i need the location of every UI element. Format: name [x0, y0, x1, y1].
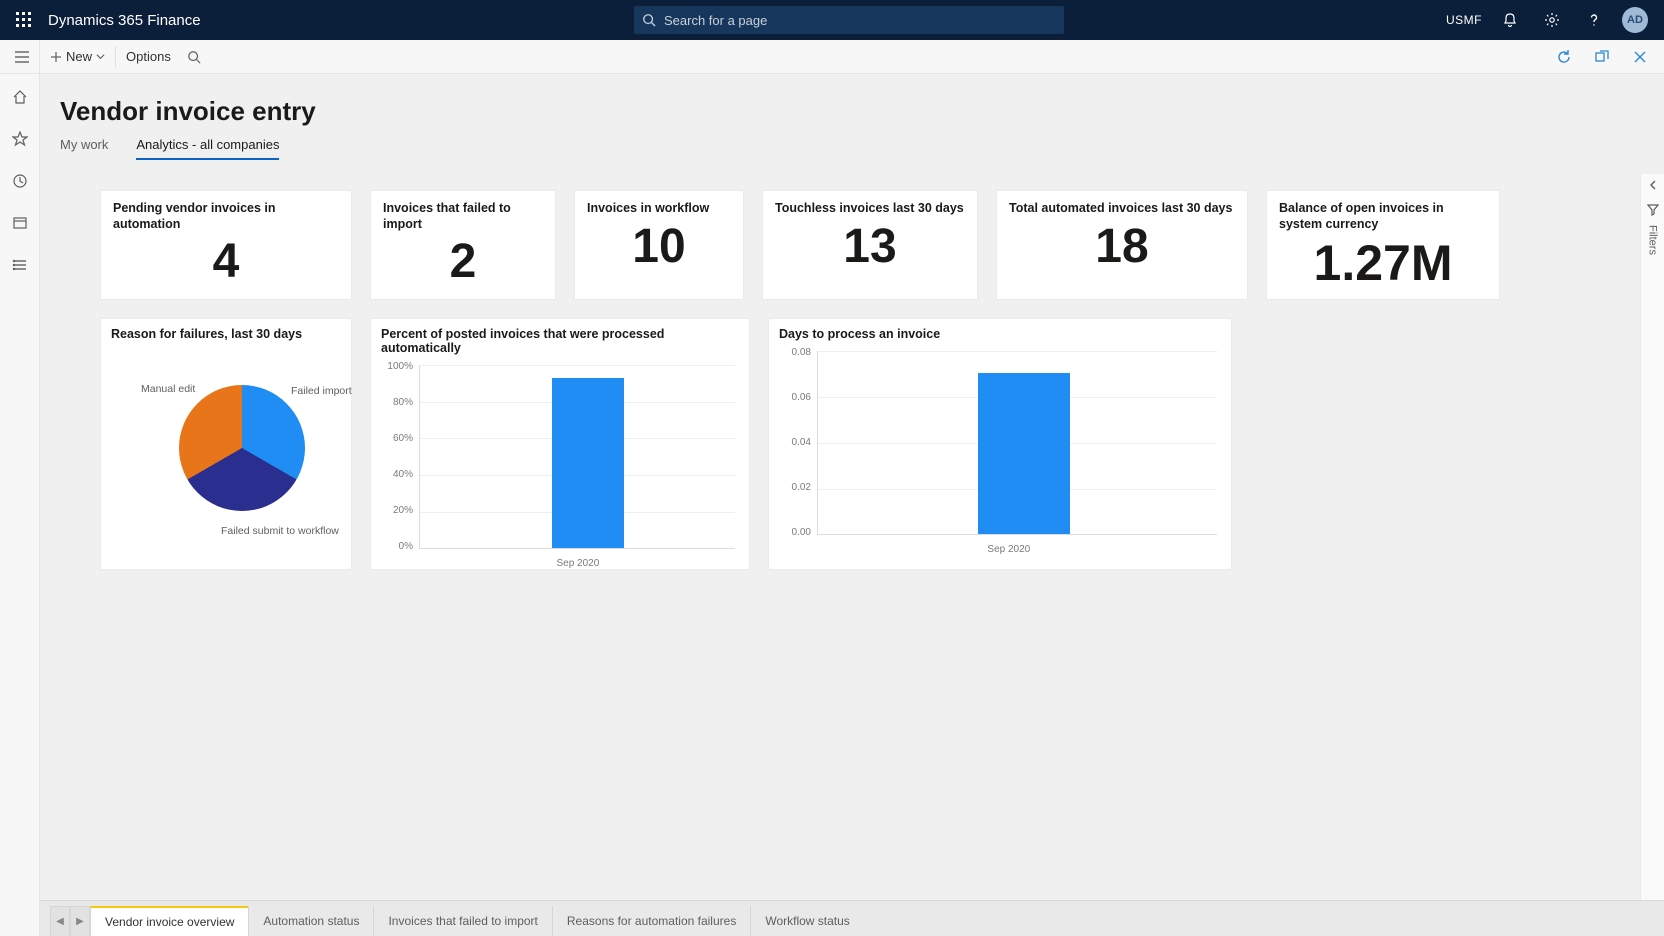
kpi-touchless[interactable]: Touchless invoices last 30 days 13: [762, 190, 978, 300]
kpi-open-balance[interactable]: Balance of open invoices in system curre…: [1266, 190, 1500, 300]
pie-label-failed-submit: Failed submit to workflow: [221, 525, 339, 537]
bar: [552, 378, 624, 548]
card-title: Percent of posted invoices that were pro…: [381, 327, 739, 355]
btab-overview[interactable]: Vendor invoice overview: [90, 906, 248, 936]
notifications-icon[interactable]: [1496, 0, 1524, 40]
bar-card-percent[interactable]: Percent of posted invoices that were pro…: [370, 318, 750, 570]
y-tick: 0.08: [781, 347, 811, 358]
kpi-title: Pending vendor invoices in automation: [113, 201, 339, 232]
tab-analytics[interactable]: Analytics - all companies: [136, 137, 279, 160]
search-box[interactable]: [634, 6, 1064, 34]
kpi-value: 4: [113, 232, 339, 289]
kpi-title: Touchless invoices last 30 days: [775, 201, 965, 217]
toolbar-search-icon[interactable]: [181, 40, 207, 74]
avatar[interactable]: AD: [1622, 7, 1648, 33]
actionbar: New Options: [0, 40, 1664, 74]
refresh-icon[interactable]: [1550, 43, 1578, 71]
menu-toggle-icon[interactable]: [4, 40, 40, 74]
x-label: Sep 2020: [556, 558, 599, 569]
main: Vendor invoice entry My work Analytics -…: [40, 74, 1664, 936]
pie-chart: Manual edit Failed import Failed submit …: [111, 347, 341, 557]
kpi-total-automated[interactable]: Total automated invoices last 30 days 18: [996, 190, 1248, 300]
kpi-failed-import[interactable]: Invoices that failed to import 2: [370, 190, 556, 300]
help-icon[interactable]: [1580, 0, 1608, 40]
btab-automation-status[interactable]: Automation status: [248, 906, 373, 936]
plot-area: [419, 365, 735, 549]
btab-failed-import[interactable]: Invoices that failed to import: [373, 906, 551, 936]
kpi-row: Pending vendor invoices in automation 4 …: [100, 190, 1644, 300]
pie-label-manual-edit: Manual edit: [141, 383, 195, 395]
funnel-icon: [1647, 204, 1659, 219]
tab-scroll-right-icon[interactable]: ▶: [70, 906, 90, 936]
bottom-tabs: ◀ ▶ Vendor invoice overview Automation s…: [40, 900, 1664, 936]
y-tick: 0.02: [781, 482, 811, 493]
y-tick: 20%: [383, 505, 413, 516]
tabs: My work Analytics - all companies: [40, 137, 1664, 160]
y-tick: 0.04: [781, 437, 811, 448]
y-tick: 100%: [383, 361, 413, 372]
waffle-icon[interactable]: [8, 0, 40, 40]
new-label: New: [66, 49, 92, 64]
chart-row: Reason for failures, last 30 days Manual…: [100, 318, 1644, 570]
search-icon: [642, 13, 656, 27]
star-icon[interactable]: [0, 124, 40, 154]
modules-icon[interactable]: [0, 250, 40, 280]
plus-icon: [50, 51, 62, 63]
recent-icon[interactable]: [0, 166, 40, 196]
card-title: Days to process an invoice: [779, 327, 1221, 341]
plot-area: [817, 351, 1217, 535]
tab-scroll-left-icon[interactable]: ◀: [50, 906, 70, 936]
pie-label-failed-import: Failed import: [291, 385, 352, 397]
content: Pending vendor invoices in automation 4 …: [40, 160, 1664, 570]
x-label: Sep 2020: [987, 544, 1030, 555]
chevron-left-icon: [1648, 174, 1658, 196]
options-button[interactable]: Options: [116, 40, 181, 74]
kpi-title: Balance of open invoices in system curre…: [1279, 201, 1487, 232]
bar-chart-percent: 100% 80% 60% 40% 20% 0%: [381, 361, 739, 571]
topbar: Dynamics 365 Finance USMF AD: [0, 0, 1664, 40]
filters-label: Filters: [1647, 225, 1659, 255]
company-label[interactable]: USMF: [1446, 13, 1482, 27]
page-title: Vendor invoice entry: [40, 74, 1664, 137]
left-rail: [0, 74, 40, 936]
filters-rail[interactable]: Filters: [1640, 174, 1664, 900]
close-icon[interactable]: [1626, 43, 1654, 71]
options-label: Options: [126, 49, 171, 64]
y-tick: 0%: [383, 541, 413, 552]
pie-card[interactable]: Reason for failures, last 30 days Manual…: [100, 318, 352, 570]
chevron-down-icon: [96, 52, 105, 61]
kpi-value: 13: [775, 217, 965, 274]
kpi-title: Total automated invoices last 30 days: [1009, 201, 1235, 217]
kpi-value: 18: [1009, 217, 1235, 274]
y-tick: 0.06: [781, 392, 811, 403]
kpi-pending[interactable]: Pending vendor invoices in automation 4: [100, 190, 352, 300]
search-input[interactable]: [664, 13, 1056, 28]
kpi-title: Invoices that failed to import: [383, 201, 543, 232]
kpi-workflow[interactable]: Invoices in workflow 10: [574, 190, 744, 300]
btab-workflow-status[interactable]: Workflow status: [750, 906, 863, 936]
bar-card-days[interactable]: Days to process an invoice 0.08 0.06 0.0…: [768, 318, 1232, 570]
pie-slice-group: [179, 385, 305, 511]
bar-chart-days: 0.08 0.06 0.04 0.02 0.00 Sep 2020: [779, 347, 1221, 557]
bar: [978, 373, 1070, 534]
app-title: Dynamics 365 Finance: [48, 12, 201, 29]
tab-mywork[interactable]: My work: [60, 137, 108, 160]
y-tick: 60%: [383, 433, 413, 444]
y-tick: 40%: [383, 469, 413, 480]
home-icon[interactable]: [0, 82, 40, 112]
kpi-title: Invoices in workflow: [587, 201, 731, 217]
y-tick: 80%: [383, 397, 413, 408]
kpi-value: 1.27M: [1279, 232, 1487, 291]
popout-icon[interactable]: [1588, 43, 1616, 71]
new-button[interactable]: New: [40, 40, 115, 74]
body: Vendor invoice entry My work Analytics -…: [0, 74, 1664, 936]
btab-failure-reasons[interactable]: Reasons for automation failures: [552, 906, 750, 936]
kpi-value: 10: [587, 217, 731, 274]
card-title: Reason for failures, last 30 days: [111, 327, 341, 341]
workspaces-icon[interactable]: [0, 208, 40, 238]
gear-icon[interactable]: [1538, 0, 1566, 40]
y-tick: 0.00: [781, 527, 811, 538]
kpi-value: 2: [383, 232, 543, 289]
